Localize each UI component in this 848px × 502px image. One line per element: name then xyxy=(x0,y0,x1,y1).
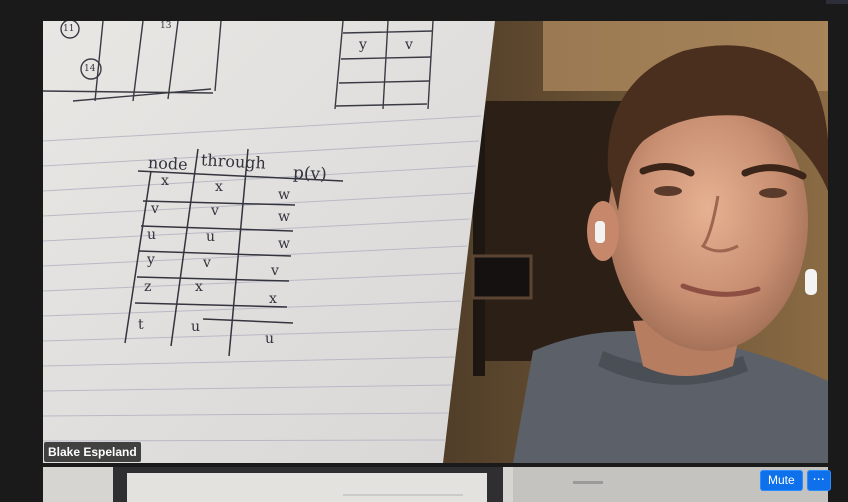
more-options-button[interactable]: ··· xyxy=(806,470,831,491)
cell-r3-c2: u xyxy=(206,229,216,245)
video-tile-secondary[interactable] xyxy=(43,467,828,502)
window-edge xyxy=(826,0,848,4)
cell-r1-c3: w xyxy=(278,187,290,203)
grid-mark-3: 14 xyxy=(84,64,96,74)
cell-r6-c1: t xyxy=(138,317,144,333)
grid-mark-1: 13 xyxy=(160,21,172,31)
cell-r3-c1: u xyxy=(147,227,157,243)
secondary-video-feed xyxy=(43,467,828,502)
cell-r5-c2: x xyxy=(195,279,203,295)
cell-r2-c1: v xyxy=(151,201,159,217)
table-header-through: through xyxy=(200,150,267,173)
cell-r4-c1: y xyxy=(147,252,155,268)
cell-r6-c2: u xyxy=(191,319,201,335)
cell-r1-c2: x xyxy=(215,179,223,195)
participant-name-label: Blake Espeland xyxy=(44,442,141,462)
cell-r2-c3: w xyxy=(278,209,290,225)
video-tile-main[interactable]: node through p(v) x x w v v w u u w y v … xyxy=(43,21,828,463)
paper-table: node through p(v) x x w v v w u u w y v … xyxy=(43,21,503,463)
ellipsis-icon: ··· xyxy=(812,473,825,488)
table-header-node: node xyxy=(147,152,189,175)
cell-r5-c3: x xyxy=(269,291,277,307)
cell-r5-c1: z xyxy=(144,279,152,295)
cell-r1-c1: x xyxy=(161,173,169,189)
cell-r2-c2: v xyxy=(211,203,219,219)
meeting-gallery: node through p(v) x x w v v w u u w y v … xyxy=(0,0,848,502)
small-table-cell-1: y xyxy=(359,37,367,53)
table-header-pv: p(v) xyxy=(292,163,328,185)
tile-controls: Mute ··· xyxy=(760,470,831,491)
cell-r4-c3: v xyxy=(271,263,279,279)
cell-r4-c2: v xyxy=(203,255,211,271)
small-table-cell-2: v xyxy=(405,37,413,53)
mute-button[interactable]: Mute xyxy=(760,470,803,491)
cell-r3-c3: w xyxy=(278,236,290,252)
grid-mark-2: 11 xyxy=(63,24,75,34)
cell-r6-c3: u xyxy=(265,331,275,347)
